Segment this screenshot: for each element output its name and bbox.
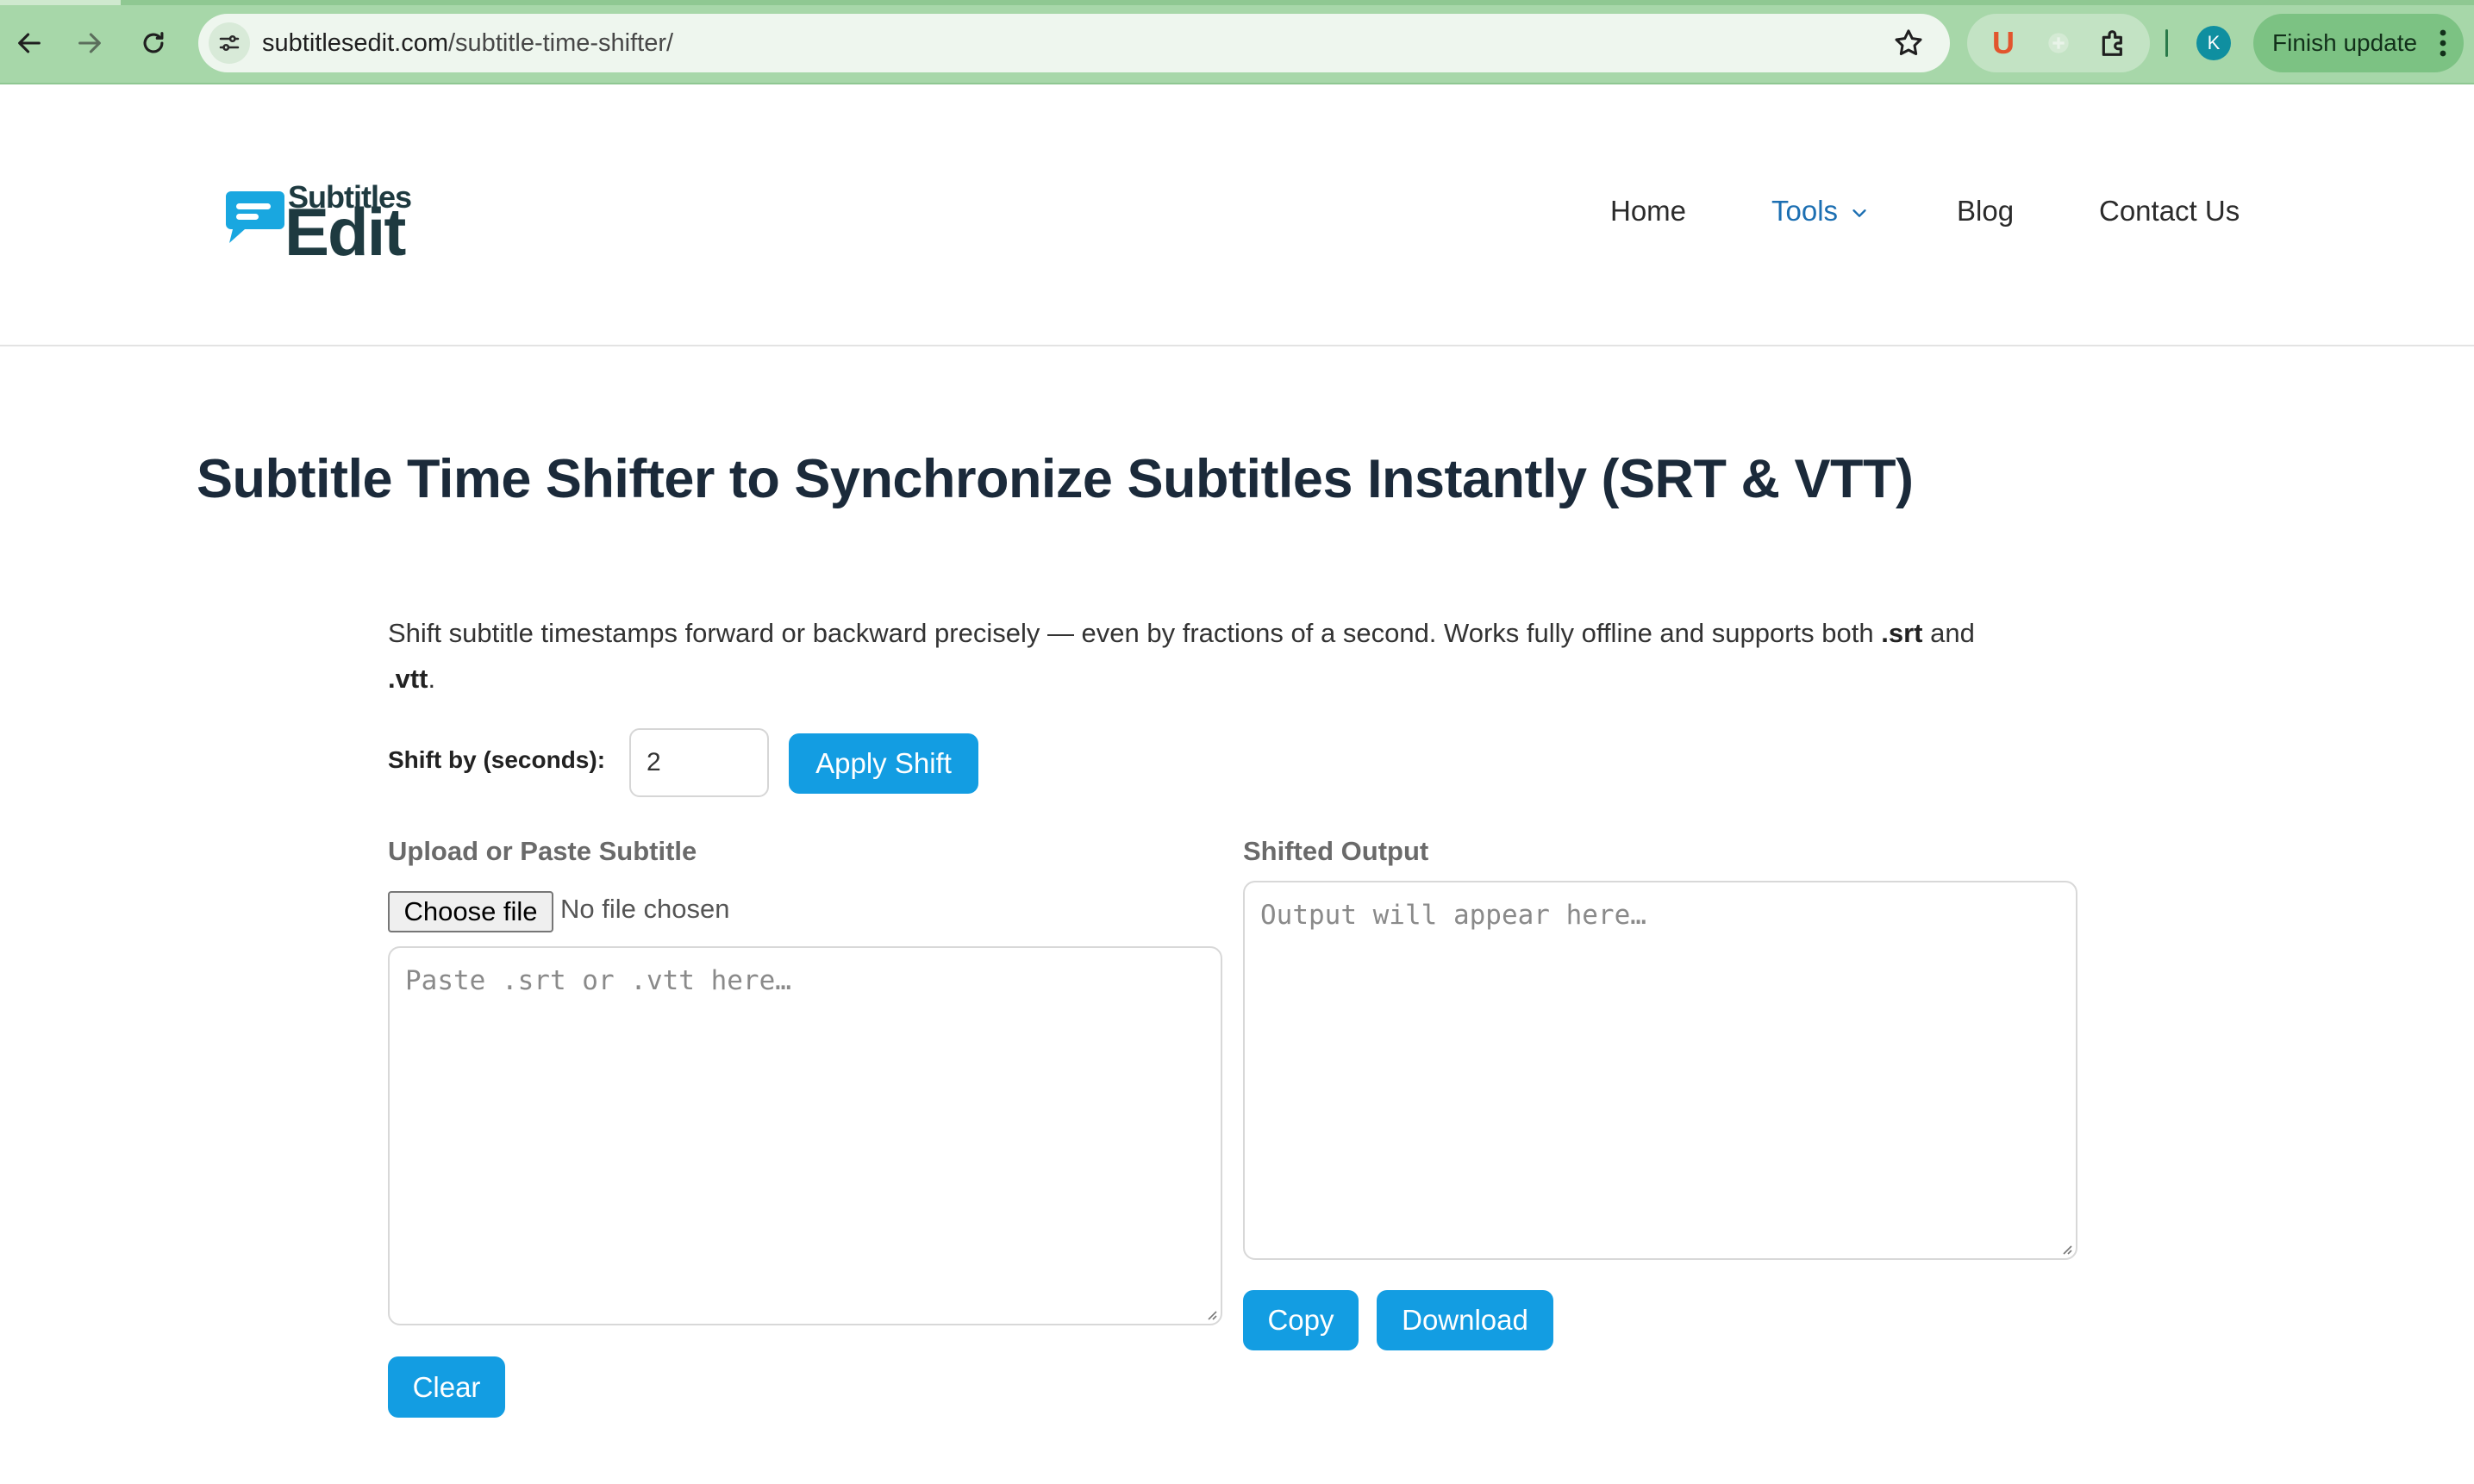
nav-blog[interactable]: Blog [1957, 195, 2014, 233]
bookmark-star-icon[interactable] [1891, 26, 1926, 60]
finish-update-label: Finish update [2272, 29, 2418, 56]
nav-contact-us[interactable]: Contact Us [2099, 195, 2240, 233]
upload-section-label: Upload or Paste Subtitle [388, 836, 697, 866]
srt-format-label: .srt [1881, 618, 1923, 648]
intro-paragraph: Shift subtitle timestamps forward or bac… [388, 610, 2095, 701]
browser-toolbar: subtitlesedit.com/subtitle-time-shifter/… [0, 0, 2474, 84]
shift-seconds-label: Shift by (seconds): [388, 746, 606, 773]
site-info-button[interactable] [209, 22, 250, 64]
site-info-icon [219, 35, 240, 52]
reload-icon [143, 32, 164, 53]
subtitle-input-textarea[interactable]: Paste .srt or .vtt here… [388, 946, 1222, 1325]
url-host: subtitlesedit.com [262, 29, 448, 57]
file-status-text: No file chosen [560, 894, 730, 924]
resize-grip-icon[interactable] [2059, 1241, 2072, 1255]
clear-button[interactable]: Clear [388, 1356, 505, 1418]
intro-end: . [428, 664, 436, 694]
site-logo[interactable]: Subtitles Edit [222, 179, 438, 265]
forward-button[interactable] [66, 19, 114, 67]
copy-button[interactable]: Copy [1243, 1290, 1359, 1350]
forward-icon [78, 33, 101, 53]
apply-shift-button[interactable]: Apply Shift [789, 733, 978, 794]
reload-button[interactable] [129, 19, 178, 67]
extension-u-icon[interactable]: U [1983, 22, 2024, 64]
nav-tools-label: Tools [1771, 195, 1839, 227]
site-header: Subtitles Edit Home Tools Blog Contact U… [0, 84, 2474, 346]
finish-update-button[interactable]: Finish update [2253, 14, 2464, 72]
chevron-down-icon [1852, 209, 1866, 218]
back-button[interactable] [5, 19, 53, 67]
nav-tools[interactable]: Tools [1771, 195, 1869, 233]
shifted-output-textarea[interactable]: Output will appear here… [1243, 881, 2077, 1260]
back-icon [18, 33, 41, 53]
vtt-format-label: .vtt [388, 664, 428, 694]
toolbar-divider [2165, 29, 2168, 57]
shifted-output-placeholder: Output will appear here… [1260, 900, 1646, 931]
intro-and: and [1922, 618, 1975, 648]
resize-grip-icon[interactable] [1203, 1306, 1217, 1320]
intro-text: Shift subtitle timestamps forward or bac… [388, 618, 1882, 648]
nav-home[interactable]: Home [1610, 195, 1686, 233]
url-text[interactable]: subtitlesedit.com/subtitle-time-shifter/ [262, 14, 673, 72]
address-bar[interactable]: subtitlesedit.com/subtitle-time-shifter/ [198, 14, 1950, 72]
tab-strip [0, 0, 2474, 5]
logo-text-line2: Edit [284, 194, 406, 270]
active-tab-indicator[interactable] [0, 0, 121, 5]
extension-faint-icon[interactable] [2041, 26, 2076, 60]
shift-seconds-input[interactable]: 2 [629, 728, 769, 797]
speech-bubble-logo-icon [226, 191, 284, 243]
choose-file-button[interactable]: Choose file [388, 891, 553, 932]
output-section-label: Shifted Output [1243, 836, 1429, 866]
profile-avatar[interactable]: K [2196, 26, 2231, 60]
more-vert-icon [2440, 29, 2446, 57]
puzzle-icon[interactable] [2096, 26, 2131, 60]
url-path: /subtitle-time-shifter/ [448, 29, 674, 57]
extensions-group: U [1967, 14, 2150, 72]
subtitle-input-placeholder: Paste .srt or .vtt here… [405, 965, 791, 996]
download-button[interactable]: Download [1377, 1290, 1553, 1350]
page-title: Subtitle Time Shifter to Synchronize Sub… [197, 449, 1914, 509]
